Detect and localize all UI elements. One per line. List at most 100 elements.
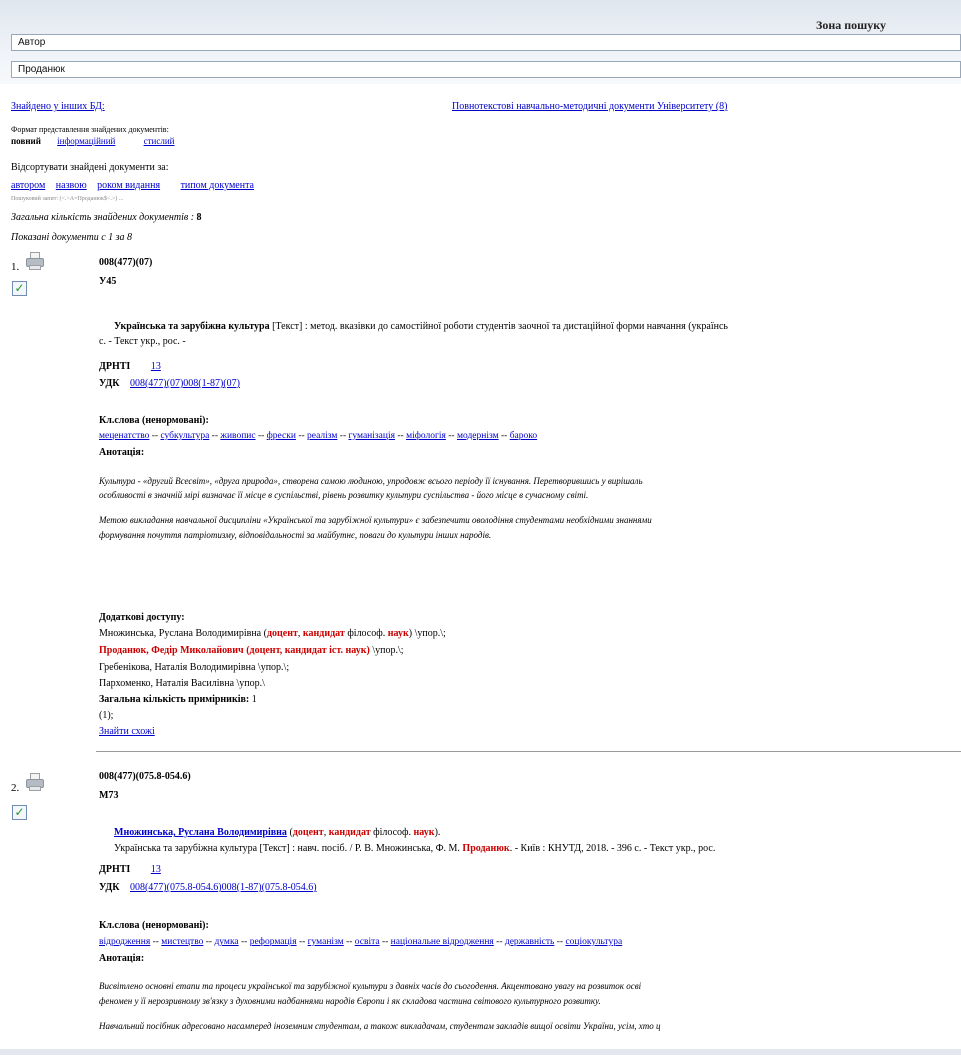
- contributor-title: доцент: [266, 628, 298, 639]
- keyword-link[interactable]: реформація: [250, 937, 297, 947]
- search-field-type[interactable]: Автор: [11, 34, 961, 51]
- sort-by-title-link[interactable]: назвою: [56, 180, 87, 191]
- keyword-link[interactable]: національне відродження: [391, 937, 494, 947]
- author-link[interactable]: Множинська, Руслана Володимирівна: [114, 827, 287, 838]
- record-author: Множинська, Руслана Володимирівна (доцен…: [114, 827, 441, 838]
- author-title: доцент: [292, 827, 324, 838]
- keywords-label: Кл.слова (ненормовані):: [99, 920, 209, 931]
- record-title-main: Українська та зарубіжна культура [Текст]…: [114, 843, 460, 854]
- window-bottom-edge: [0, 1049, 961, 1055]
- keyword-link[interactable]: гуманізація: [349, 431, 395, 441]
- record-select-checkbox[interactable]: ✓: [12, 281, 27, 296]
- keywords-list: меценатство -- субкультура -- живопис --…: [99, 431, 537, 441]
- grnti-link[interactable]: 13: [151, 361, 161, 372]
- keyword-link[interactable]: модернізм: [457, 431, 499, 441]
- udk-link[interactable]: 008(477)(075.8-054.6)008(1-87)(075.8-054…: [130, 882, 317, 893]
- udk-link[interactable]: 008(477)(07)008(1-87)(07): [130, 378, 240, 389]
- keyword-link[interactable]: реалізм: [307, 431, 337, 441]
- contributor-role: \упор.\;: [414, 628, 446, 639]
- copies-label: Загальна кількість примірників:: [99, 694, 250, 705]
- annotation-text: формування почуття патріотизму, відповід…: [99, 530, 492, 540]
- keyword-separator: --: [238, 937, 250, 947]
- keyword-link[interactable]: думка: [214, 937, 238, 947]
- record-grnti: ДРНТІ 13: [99, 864, 161, 875]
- record-number: 1.: [11, 261, 20, 273]
- sort-by-type-link[interactable]: типом документа: [181, 180, 254, 191]
- search-zone-title: Зона пошуку: [816, 18, 887, 32]
- contributor-3: Гребенікова, Наталія Володимирівна \упор…: [99, 662, 290, 673]
- keyword-separator: --: [296, 937, 308, 947]
- contributor-title: наук: [345, 645, 367, 656]
- keyword-separator: --: [149, 431, 161, 441]
- keyword-link[interactable]: живопис: [220, 431, 255, 441]
- sort-label: Відсортувати знайдені документи за:: [11, 162, 169, 173]
- record-grnti: ДРНТІ 13: [99, 361, 161, 372]
- keyword-link[interactable]: фрески: [267, 431, 296, 441]
- keywords-label: Кл.слова (ненормовані):: [99, 415, 209, 426]
- total-found-value: 8: [196, 212, 202, 223]
- keyword-link[interactable]: соціокультура: [565, 937, 622, 947]
- record-udk: УДК 008(477)(07)008(1-87)(07): [99, 378, 240, 389]
- keyword-separator: --: [445, 431, 457, 441]
- annotation-text: феномен у її нерозривному зв'язку з духо…: [99, 996, 601, 1006]
- shown-range: Показані документи с 1 за 8: [11, 232, 133, 243]
- record-title-highlight: Проданюк: [462, 843, 510, 854]
- found-other-db-link[interactable]: Знайдено у інших БД:: [11, 101, 105, 112]
- total-found: Загальна кількість знайдених документів …: [11, 212, 202, 223]
- keyword-link[interactable]: бароко: [510, 431, 537, 441]
- keyword-separator: --: [203, 937, 215, 947]
- keyword-link[interactable]: відродження: [99, 937, 150, 947]
- contributor-role: \упор.\;: [372, 645, 404, 656]
- annotation-text: особливості в значній мірі визначає її м…: [99, 490, 589, 500]
- keyword-link[interactable]: освіта: [355, 937, 380, 947]
- author-title: філософ.: [373, 827, 412, 838]
- contributor-name: Проданюк, Федір Миколайович: [99, 645, 244, 656]
- keyword-link[interactable]: державність: [505, 937, 555, 947]
- keyword-link[interactable]: мистецтво: [161, 937, 203, 947]
- copies-count: Загальна кількість примірників: 1: [99, 694, 257, 705]
- sort-options: автором назвою роком видання типом докум…: [11, 180, 254, 191]
- keyword-separator: --: [493, 937, 505, 947]
- keyword-separator: --: [394, 431, 407, 441]
- total-found-label: Загальна кількість знайдених документів …: [11, 212, 195, 223]
- format-info-link[interactable]: інформаційний: [57, 136, 115, 146]
- contributor-2: Проданюк, Федір Миколайович (доцент, кан…: [99, 645, 404, 656]
- fulltext-docs-link[interactable]: Повнотекстові навчально-методичні докуме…: [452, 101, 727, 112]
- keywords-list: відродження -- мистецтво -- думка -- реф…: [99, 937, 622, 947]
- keyword-separator: --: [295, 431, 308, 441]
- record-code2: М73: [99, 790, 119, 801]
- record-select-checkbox[interactable]: ✓: [12, 805, 27, 820]
- annotation-text: Культура - «другий Всесвіт», «друга прир…: [99, 476, 643, 486]
- keyword-separator: --: [379, 937, 391, 947]
- udk-label: УДК: [99, 378, 120, 389]
- record-number: 2.: [11, 782, 20, 794]
- keyword-link[interactable]: міфологія: [406, 431, 446, 441]
- keyword-separator: --: [255, 431, 267, 441]
- annotation-label: Анотація:: [99, 953, 145, 964]
- contributor-name: Множинська, Руслана Володимирівна: [99, 628, 262, 639]
- record-code1: 008(477)(07): [99, 257, 153, 268]
- search-field-query[interactable]: Проданюк: [11, 61, 961, 78]
- author-title: кандидат: [328, 827, 371, 838]
- format-current: повний: [11, 136, 41, 146]
- author-title: наук: [413, 827, 435, 838]
- search-query-note: Пошуковий запит: (<.>A=Проданюк$<.>) ...: [11, 196, 124, 202]
- keyword-link[interactable]: гуманізм: [308, 937, 344, 947]
- printer-icon[interactable]: [24, 773, 46, 791]
- record-title-rest: [Текст] : метод. вказівки до самостійної…: [269, 321, 728, 332]
- contributor-title: кандидат: [302, 628, 345, 639]
- record-title-rest: . - Київ : КНУТД, 2018. - 396 с. - Текст…: [509, 843, 716, 854]
- find-similar-link[interactable]: Знайти схожі: [99, 726, 155, 737]
- format-short-link[interactable]: стислий: [144, 136, 175, 146]
- printer-icon[interactable]: [24, 252, 46, 270]
- sort-by-year-link[interactable]: роком видання: [97, 180, 160, 191]
- record-code1: 008(477)(075.8-054.6): [99, 771, 191, 782]
- record-title: Українська та зарубіжна культура [Текст]…: [114, 843, 715, 854]
- record-divider: [96, 751, 961, 752]
- sort-by-author-link[interactable]: автором: [11, 180, 45, 191]
- grnti-link[interactable]: 13: [151, 864, 161, 875]
- keyword-link[interactable]: субкультура: [160, 431, 209, 441]
- keyword-link[interactable]: меценатство: [99, 431, 149, 441]
- record-udk: УДК 008(477)(075.8-054.6)008(1-87)(075.8…: [99, 882, 317, 893]
- keyword-separator: --: [150, 937, 162, 947]
